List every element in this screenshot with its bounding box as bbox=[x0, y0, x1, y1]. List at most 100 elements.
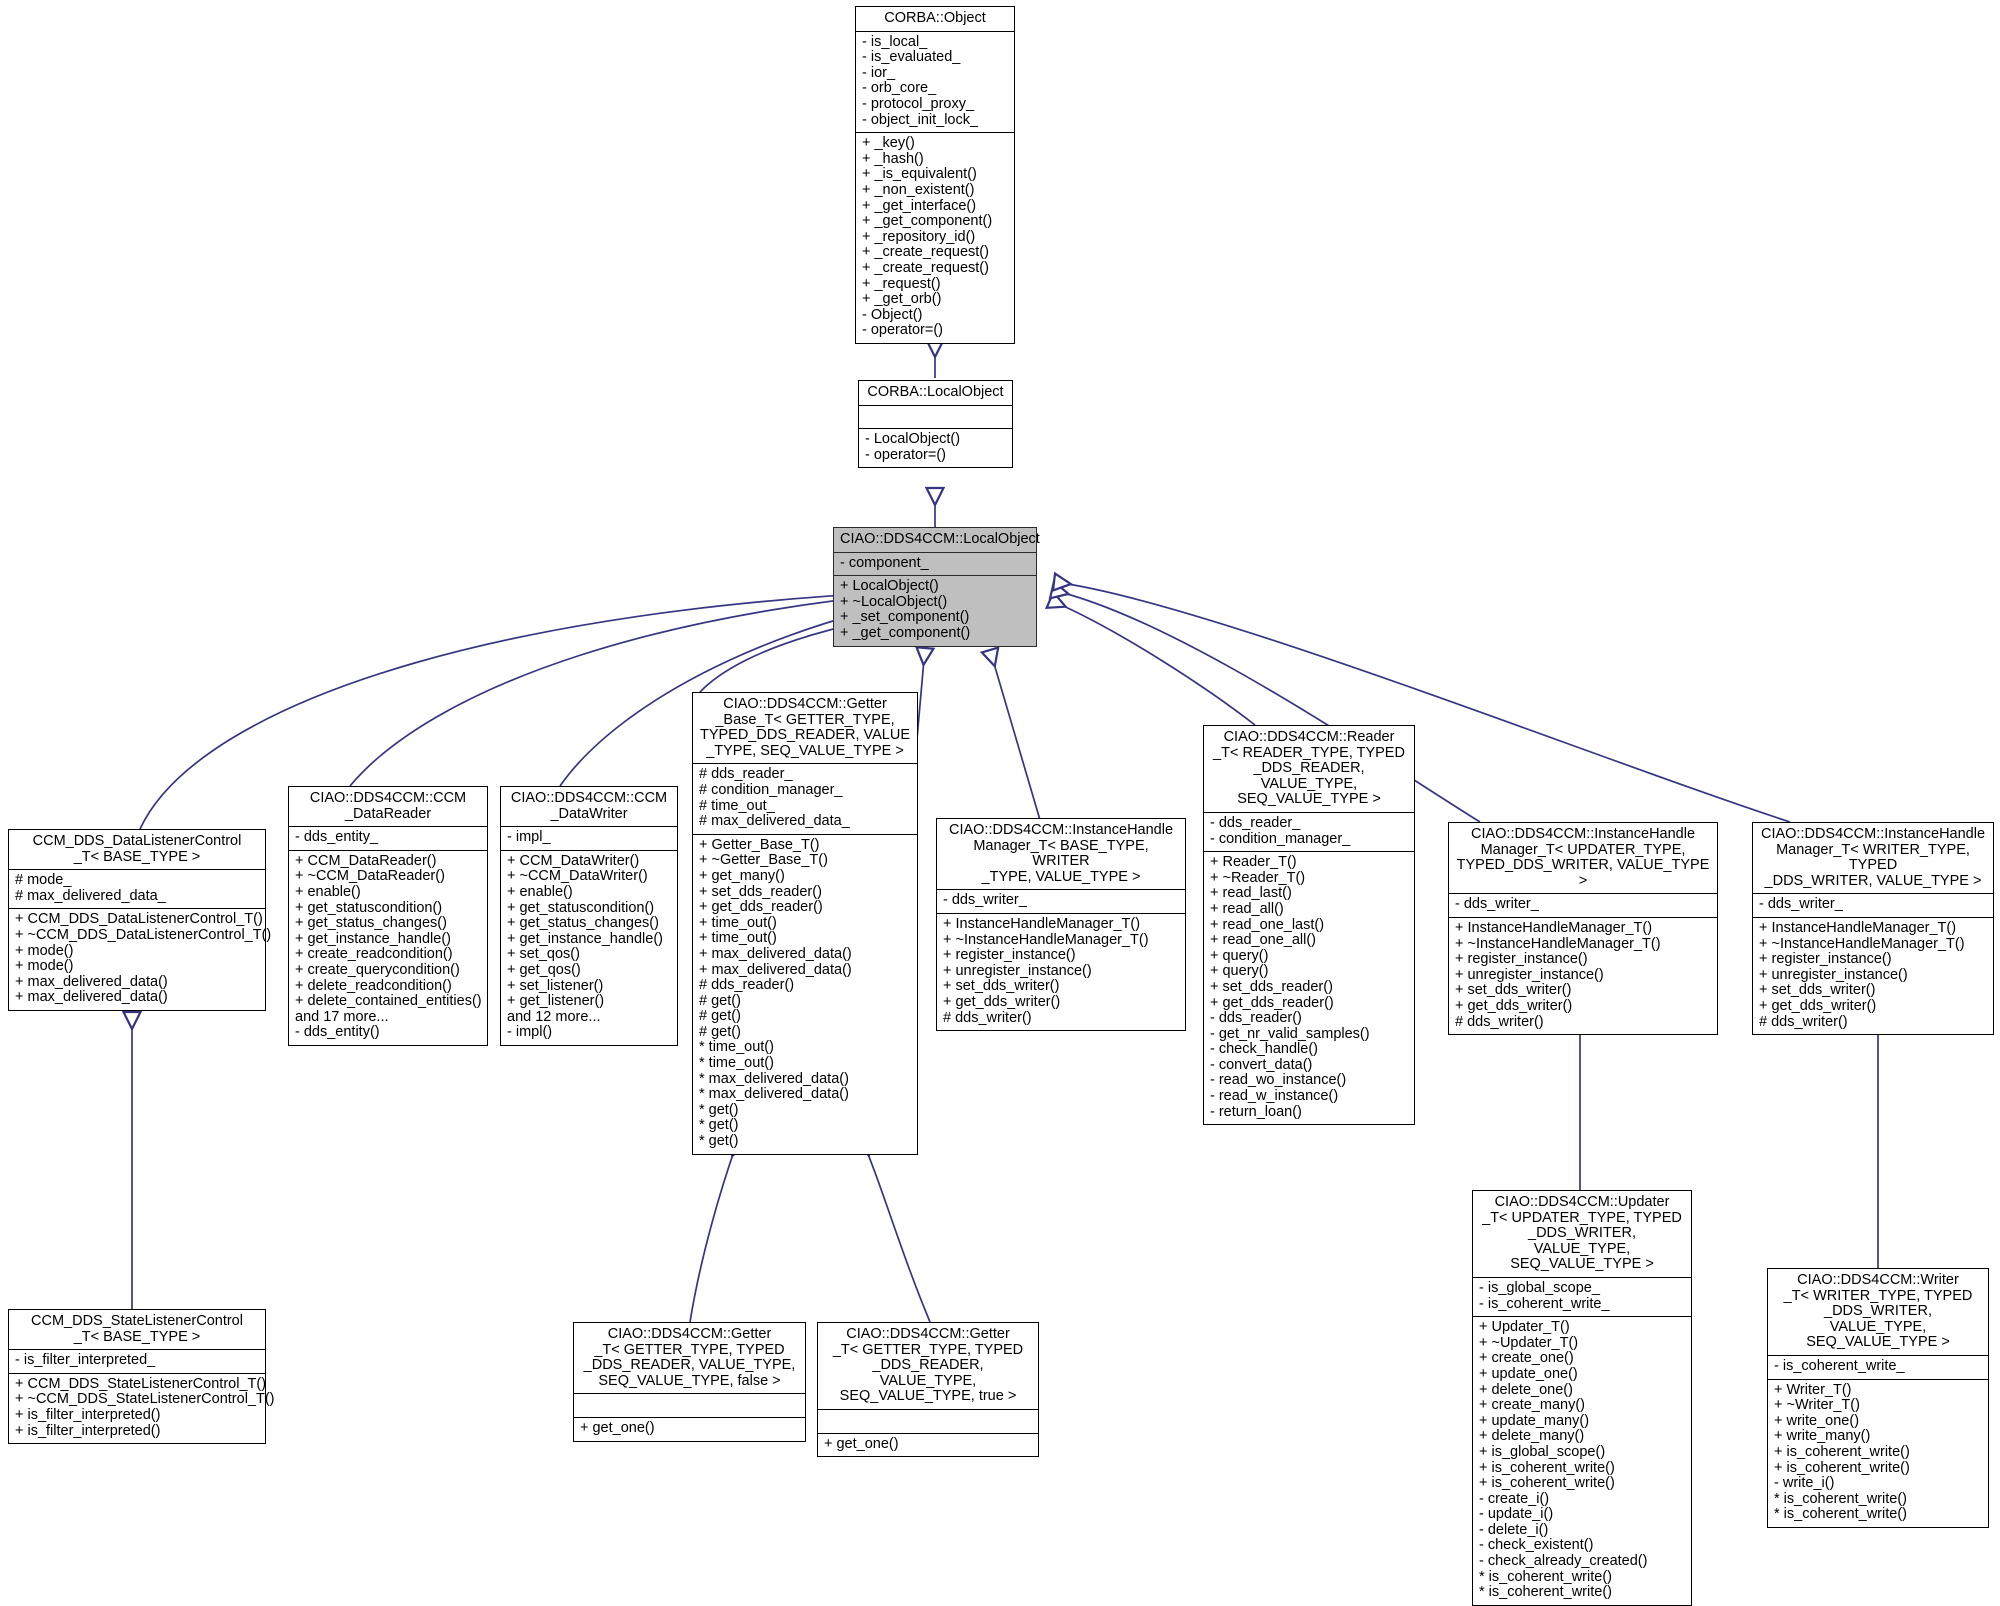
class-member: + ~CCM_DataWriter() bbox=[507, 868, 648, 885]
class-title: CIAO::DDS4CCM::Getter _Base_T< GETTER_TY… bbox=[699, 696, 911, 759]
class-member: + get_listener() bbox=[507, 993, 605, 1010]
class-member: - operator=() bbox=[862, 322, 943, 339]
class-node-corba-localobject[interactable]: CORBA::LocalObject - LocalObject() - oper… bbox=[858, 380, 1013, 469]
class-member: + InstanceHandleManager_T() bbox=[943, 915, 1141, 932]
class-member: + set_dds_reader() bbox=[699, 883, 822, 900]
class-member: + ~CCM_DDS_StateListenerControl_T() bbox=[15, 1391, 275, 1408]
class-member: + is_coherent_write() bbox=[1774, 1459, 1910, 1476]
class-member: + get_dds_writer() bbox=[943, 993, 1061, 1010]
class-member: + _hash() bbox=[862, 150, 924, 167]
class-member: + _is_equivalent() bbox=[862, 166, 977, 183]
class-node-ccm-dds-statelistenercontrol-t[interactable]: CCM_DDS_StateListenerControl _T< BASE_TY… bbox=[8, 1309, 275, 1445]
class-node-writer-t[interactable]: CIAO::DDS4CCM::Writer _T< WRITER_TYPE, T… bbox=[1767, 1268, 1989, 1528]
class-member: + mode() bbox=[15, 958, 74, 975]
class-member: + get_one() bbox=[824, 1435, 899, 1452]
class-member: + CCM_DDS_DataListenerControl_T() bbox=[15, 911, 263, 928]
class-member: + ~Getter_Base_T() bbox=[699, 852, 828, 869]
class-operations: + Writer_T() + ~Writer_T() + write_one() + … bbox=[1768, 1378, 1988, 1527]
class-member: + _create_request() bbox=[862, 244, 989, 261]
class-node-ccm-dds-datalistenercontrol-t[interactable]: CCM_DDS_DataListenerControl _T< BASE_TYP… bbox=[8, 829, 271, 1011]
class-member: + Reader_T() bbox=[1210, 854, 1297, 871]
class-member: + time_out() bbox=[699, 914, 777, 931]
class-member: # dds_reader() bbox=[699, 977, 795, 994]
class-member: + _get_component() bbox=[840, 624, 971, 641]
class-member: + max_delivered_data() bbox=[699, 961, 852, 978]
class-member: # time_out_ bbox=[699, 797, 775, 814]
class-node-getter-t-false[interactable]: CIAO::DDS4CCM::Getter _T< GETTER_TYPE, T… bbox=[573, 1322, 806, 1442]
class-member: + is_coherent_write() bbox=[1479, 1459, 1615, 1476]
class-member: + ~CCM_DataReader() bbox=[295, 868, 445, 885]
class-member: - is_coherent_write_ bbox=[1774, 1357, 1905, 1374]
class-member: + read_all() bbox=[1210, 900, 1284, 917]
class-member: # get() bbox=[699, 1008, 741, 1025]
class-member: - dds_reader() bbox=[1210, 1010, 1302, 1027]
class-node-getter-base-t[interactable]: CIAO::DDS4CCM::Getter _Base_T< GETTER_TY… bbox=[692, 692, 918, 1155]
class-member: + _request() bbox=[862, 275, 941, 292]
class-member: + ~Writer_T() bbox=[1774, 1397, 1860, 1414]
class-member: - LocalObject() bbox=[865, 431, 961, 448]
class-member: + get_many() bbox=[699, 867, 785, 884]
class-title: CIAO::DDS4CCM::Writer _T< WRITER_TYPE, T… bbox=[1783, 1272, 1973, 1351]
class-node-ciao-dds4ccm-localobject[interactable]: CIAO::DDS4CCM::LocalObject - component_ … bbox=[833, 527, 1040, 647]
class-member: # dds_writer() bbox=[1455, 1013, 1544, 1030]
class-operations: + CCM_DataWriter() + ~CCM_DataWriter() + e… bbox=[501, 849, 677, 1045]
class-member: - impl() bbox=[507, 1024, 553, 1041]
class-member: - dds_writer_ bbox=[1455, 896, 1539, 913]
class-title: CIAO::DDS4CCM::LocalObject bbox=[840, 531, 1040, 547]
class-member: - check_existent() bbox=[1479, 1537, 1594, 1554]
class-member: - dds_reader_ bbox=[1210, 814, 1301, 831]
class-member: * get() bbox=[699, 1133, 739, 1150]
class-member: + Getter_Base_T() bbox=[699, 836, 820, 853]
class-member: - get_nr_valid_samples() bbox=[1210, 1025, 1370, 1042]
class-member: + get_instance_handle() bbox=[295, 930, 451, 947]
class-member: - create_i() bbox=[1479, 1490, 1550, 1507]
class-member: + delete_many() bbox=[1479, 1428, 1585, 1445]
class-member: # mode_ bbox=[15, 872, 72, 889]
class-member: + get_instance_handle() bbox=[507, 930, 663, 947]
class-member: + read_last() bbox=[1210, 885, 1292, 902]
class-node-instancehandlemanager-t-base-type[interactable]: CIAO::DDS4CCM::InstanceHandle Manager_T<… bbox=[936, 818, 1186, 1032]
class-node-ccm-datareader[interactable]: CIAO::DDS4CCM::CCM _DataReader - dds_ent… bbox=[288, 786, 488, 1046]
class-title: CIAO::DDS4CCM::CCM _DataReader bbox=[309, 790, 467, 822]
class-member: - is_evaluated_ bbox=[862, 49, 961, 66]
class-title: CORBA::LocalObject bbox=[867, 384, 1004, 400]
class-member: + LocalObject() bbox=[840, 578, 939, 595]
class-attributes: - is_global_scope_ - is_coherent_write_ bbox=[1473, 1276, 1691, 1316]
class-member: + query() bbox=[1210, 963, 1269, 980]
class-member: - dds_writer_ bbox=[943, 892, 1027, 909]
class-attributes: - dds_writer_ bbox=[1753, 893, 1993, 917]
class-attributes: - impl_ bbox=[501, 826, 677, 850]
class-member: - read_wo_instance() bbox=[1210, 1072, 1347, 1089]
class-member: + _key() bbox=[862, 135, 915, 152]
class-node-updater-t[interactable]: CIAO::DDS4CCM::Updater _T< UPDATER_TYPE,… bbox=[1472, 1190, 1692, 1606]
class-member: + get_statuscondition() bbox=[295, 899, 443, 916]
class-member: # dds_reader_ bbox=[699, 766, 793, 783]
class-operations: + Updater_T() + ~Updater_T() + create_one(… bbox=[1473, 1316, 1691, 1605]
class-member: + delete_one() bbox=[1479, 1381, 1573, 1398]
class-node-corba-object[interactable]: CORBA::Object - is_local_ - is_evaluated_… bbox=[855, 6, 1015, 344]
class-member: + _get_interface() bbox=[862, 197, 977, 214]
class-node-getter-t-true[interactable]: CIAO::DDS4CCM::Getter _T< GETTER_TYPE, T… bbox=[817, 1322, 1039, 1458]
class-member: # get() bbox=[699, 1023, 741, 1040]
class-node-instancehandlemanager-t-writer-type[interactable]: CIAO::DDS4CCM::InstanceHandle Manager_T<… bbox=[1752, 822, 1994, 1036]
class-node-instancehandlemanager-t-updater-type[interactable]: CIAO::DDS4CCM::InstanceHandle Manager_T<… bbox=[1448, 822, 1718, 1036]
class-attributes bbox=[574, 1393, 805, 1417]
class-member: - return_loan() bbox=[1210, 1103, 1302, 1120]
class-member: - condition_manager_ bbox=[1210, 830, 1351, 847]
class-member: + set_dds_writer() bbox=[1455, 982, 1572, 999]
class-member: + ~Reader_T() bbox=[1210, 869, 1306, 886]
class-member: + CCM_DataReader() bbox=[295, 852, 437, 869]
class-member: + ~Updater_T() bbox=[1479, 1334, 1579, 1351]
class-member: + read_one_last() bbox=[1210, 916, 1325, 933]
class-node-ccm-datawriter[interactable]: CIAO::DDS4CCM::CCM _DataWriter - impl_ +… bbox=[500, 786, 678, 1046]
class-member: # condition_manager_ bbox=[699, 781, 843, 798]
class-member: + register_instance() bbox=[1455, 951, 1588, 968]
class-member: * is_coherent_write() bbox=[1479, 1568, 1612, 1585]
class-attributes: - is_coherent_write_ bbox=[1768, 1354, 1988, 1379]
class-title: CIAO::DDS4CCM::InstanceHandle Manager_T<… bbox=[1760, 826, 1986, 889]
class-member: + get_qos() bbox=[507, 961, 581, 978]
class-node-reader-t[interactable]: CIAO::DDS4CCM::Reader _T< READER_TYPE, T… bbox=[1203, 725, 1415, 1126]
class-member: + unregister_instance() bbox=[1455, 966, 1604, 983]
class-member: + ~InstanceHandleManager_T() bbox=[1455, 935, 1661, 952]
class-operations: - LocalObject() - operator=() bbox=[859, 428, 1012, 467]
